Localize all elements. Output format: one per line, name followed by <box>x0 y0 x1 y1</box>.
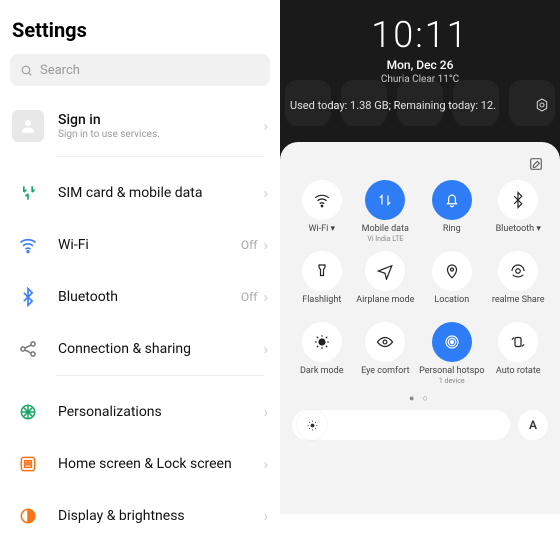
divider <box>56 156 264 157</box>
share-icon <box>12 333 44 365</box>
divider <box>56 375 264 376</box>
background-app-icons <box>280 68 560 138</box>
search-placeholder: Search <box>40 63 80 78</box>
bluetooth-icon <box>12 281 44 313</box>
tile-mobile-data[interactable]: Mobile data Vi India LTE <box>356 178 416 245</box>
row-display[interactable]: Display & brightness › <box>10 490 270 542</box>
tile-ring[interactable]: Ring <box>419 178 484 245</box>
signin-row[interactable]: Sign in Sign in to use services. › <box>10 102 270 156</box>
signin-subtitle: Sign in to use services. <box>58 129 263 140</box>
chevron-right-icon: › <box>263 184 268 202</box>
clock: 10:11 <box>280 14 560 56</box>
page-title: Settings <box>10 12 270 54</box>
tile-flashlight[interactable]: Flashlight <box>292 249 352 316</box>
bell-icon <box>443 191 461 209</box>
search-input[interactable]: Search <box>10 54 270 86</box>
chevron-right-icon: › <box>263 288 268 306</box>
wifi-icon <box>12 229 44 261</box>
tile-grid: Wi-Fi ▾ Mobile data Vi India LTE Ring Bl… <box>292 178 548 387</box>
brightness-row: A <box>292 408 548 440</box>
location-icon <box>443 262 461 280</box>
brightness-icon <box>12 500 44 532</box>
wifi-icon <box>313 191 331 209</box>
tile-auto-rotate[interactable]: Auto rotate <box>488 320 548 387</box>
quick-settings-pane: 10:11 Mon, Dec 26 Churia Clear 11°C Used… <box>280 0 560 514</box>
personalization-icon <box>12 396 44 428</box>
sun-icon <box>306 419 319 432</box>
tile-hotspot[interactable]: Personal hotspo 1 device <box>419 320 484 387</box>
tile-bluetooth[interactable]: Bluetooth ▾ <box>488 178 548 245</box>
share-icon <box>509 262 527 280</box>
brightness-knob[interactable] <box>297 410 327 440</box>
hotspot-icon <box>443 333 461 351</box>
brightness-slider[interactable] <box>292 410 510 440</box>
avatar <box>12 110 44 142</box>
chevron-right-icon: › <box>263 507 268 525</box>
chevron-right-icon: › <box>263 403 268 421</box>
page-dots: ● ○ <box>292 387 548 408</box>
row-connection[interactable]: Connection & sharing › <box>10 323 270 375</box>
quick-panel: Wi-Fi ▾ Mobile data Vi India LTE Ring Bl… <box>280 142 560 514</box>
bluetooth-icon <box>509 191 527 209</box>
tile-eye-comfort[interactable]: Eye comfort <box>356 320 416 387</box>
row-home-lock[interactable]: Home screen & Lock screen › <box>10 438 270 490</box>
airplane-icon <box>376 262 394 280</box>
tile-dark-mode[interactable]: Dark mode <box>292 320 352 387</box>
flashlight-icon <box>313 262 331 280</box>
dark-mode-icon <box>313 333 331 351</box>
row-bluetooth[interactable]: Bluetooth Off › <box>10 271 270 323</box>
tile-realme-share[interactable]: realme Share <box>488 249 548 316</box>
sim-icon <box>12 177 44 209</box>
edit-icon[interactable] <box>528 156 544 172</box>
row-wifi[interactable]: Wi-Fi Off › <box>10 219 270 271</box>
settings-pane: Settings Search Sign in Sign in to use s… <box>0 0 280 514</box>
mobile-data-icon <box>376 191 394 209</box>
row-personalizations[interactable]: Personalizations › <box>10 386 270 438</box>
rotate-icon <box>509 333 527 351</box>
eye-icon <box>376 333 394 351</box>
search-icon <box>20 64 33 77</box>
chevron-right-icon: › <box>263 236 268 254</box>
row-sim[interactable]: SIM card & mobile data › <box>10 167 270 219</box>
chevron-right-icon: › <box>263 340 268 358</box>
home-lock-icon <box>12 448 44 480</box>
signin-title: Sign in <box>58 112 263 128</box>
auto-brightness-button[interactable]: A <box>518 410 548 440</box>
chevron-right-icon: › <box>263 117 268 135</box>
tile-wifi[interactable]: Wi-Fi ▾ <box>292 178 352 245</box>
chevron-right-icon: › <box>263 455 268 473</box>
tile-location[interactable]: Location <box>419 249 484 316</box>
tile-airplane[interactable]: Airplane mode <box>356 249 416 316</box>
